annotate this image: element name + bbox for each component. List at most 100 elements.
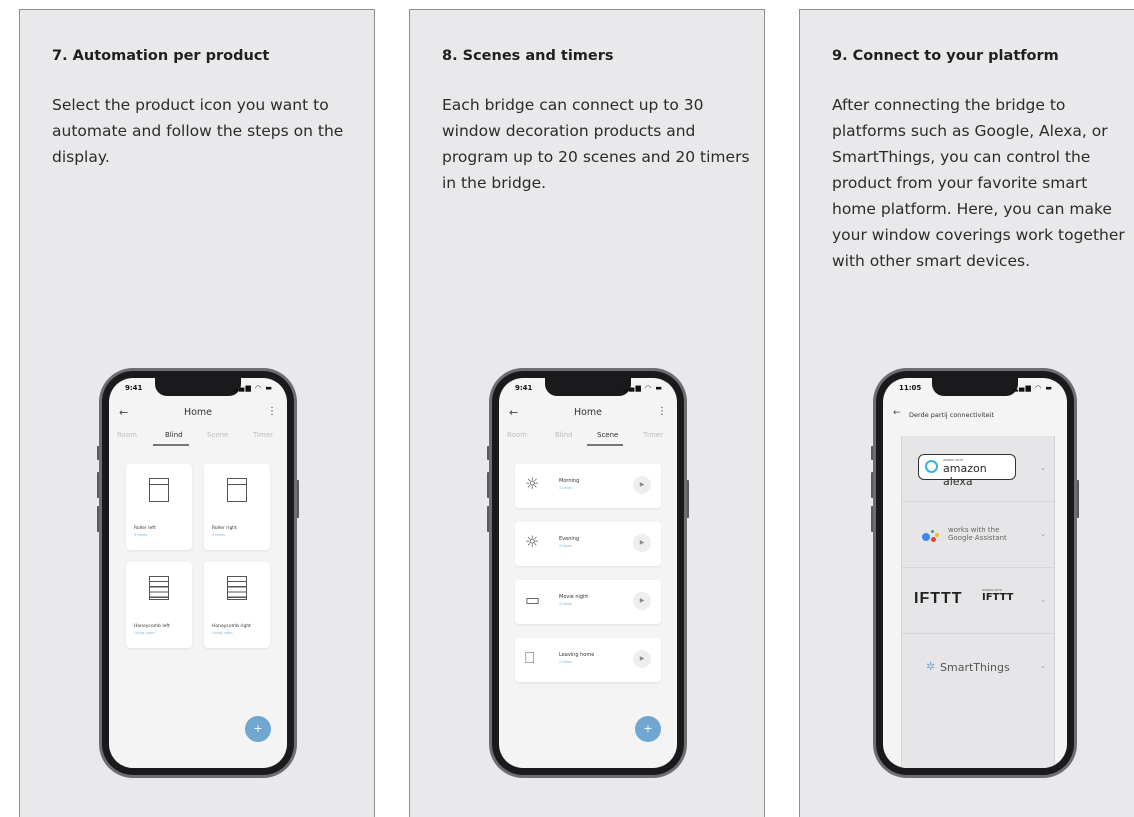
phone-screen: 11:05 ▂▄▆ ◠ ▬ ← Derde partij connectivit…	[883, 378, 1067, 768]
card-description: Each bridge can connect up to 30 window …	[442, 96, 750, 192]
scene-row[interactable]: ▭ Movie night 2 times ▶	[515, 580, 661, 624]
product-subtitle: 0 times	[212, 533, 226, 537]
app-header: ← Home ⋮	[499, 404, 677, 426]
scene-row[interactable]: ⎕ Leaving home 2 times ▶	[515, 638, 661, 682]
google-line-1: works with the	[948, 526, 1000, 534]
tab-blind[interactable]: Blind	[555, 431, 573, 439]
play-scene-icon[interactable]: ▶	[633, 476, 651, 494]
play-scene-icon[interactable]: ▶	[633, 592, 651, 610]
honeycomb-blind-icon	[149, 576, 169, 600]
phone-notch	[545, 378, 631, 396]
tab-scene[interactable]: Scene	[207, 431, 228, 439]
scene-subtitle: 2 times	[559, 602, 573, 606]
active-tab-indicator	[153, 444, 189, 446]
product-tile[interactable]: Roller right 0 times	[204, 464, 270, 550]
card-description: Select the product icon you want to auto…	[52, 96, 344, 166]
product-tile[interactable]: Honeycomb left Living room	[126, 562, 192, 648]
scene-name: Movie night	[559, 594, 589, 600]
alexa-logo: WORKS WITH amazon alexa	[918, 454, 1016, 488]
add-button[interactable]: +	[245, 716, 271, 742]
ifttt-logo: IFTTT	[914, 590, 963, 607]
scene-row[interactable]: ☼ Evening 3 times ▶	[515, 522, 661, 566]
platform-item-ifttt[interactable]: IFTTT WORKS WITH IFTTT ⌄	[902, 568, 1054, 634]
tab-room[interactable]: Room	[507, 431, 527, 439]
scene-subtitle: 4 times	[559, 486, 573, 490]
product-tile[interactable]: Honeycomb right Living room	[204, 562, 270, 648]
tab-room[interactable]: Room	[117, 431, 137, 439]
google-line-2: Google Assistant	[948, 534, 1007, 542]
ifttt-name: IFTTT	[982, 592, 1014, 603]
play-scene-icon[interactable]: ▶	[633, 650, 651, 668]
alexa-name: amazon alexa	[943, 462, 987, 488]
sunrise-icon: ☼	[525, 474, 540, 493]
add-button[interactable]: +	[635, 716, 661, 742]
tab-timer[interactable]: Timer	[643, 431, 663, 439]
tab-blind[interactable]: Blind	[165, 431, 183, 439]
honeycomb-blind-icon	[227, 576, 247, 600]
product-subtitle: Living room	[212, 631, 233, 635]
status-icons: ▂▄▆ ◠ ▬	[1012, 384, 1053, 392]
scene-name: Leaving home	[559, 652, 595, 658]
chevron-down-icon: ⌄	[1040, 596, 1046, 604]
roller-blind-icon	[227, 478, 247, 502]
play-scene-icon[interactable]: ▶	[633, 534, 651, 552]
phone-notch	[932, 378, 1018, 396]
status-icons: ▂▄▆ ◠ ▬	[622, 384, 663, 392]
more-menu-icon[interactable]: ⋮	[657, 406, 667, 417]
smartthings-star-icon: ✲	[926, 660, 936, 673]
tab-bar: Room Blind Scene Timer	[499, 428, 677, 446]
tab-scene[interactable]: Scene	[597, 431, 618, 439]
card-connect-to-platform: 9. Connect to your platform After connec…	[799, 9, 1134, 817]
phone-notch	[155, 378, 241, 396]
product-subtitle: 0 times	[134, 533, 148, 537]
phone-screen: 9:41 ▂▄▆ ◠ ▬ ← Home ⋮ Room Blind Scene T…	[109, 378, 287, 768]
back-arrow-icon[interactable]: ←	[893, 408, 901, 418]
google-assistant-label: works with the Google Assistant	[948, 526, 1007, 542]
alexa-ring-icon	[925, 460, 938, 473]
smartthings-name: SmartThings	[940, 661, 1010, 674]
platform-item-google[interactable]: works with the Google Assistant ⌄	[902, 502, 1054, 568]
sunset-icon: ☼	[525, 532, 540, 551]
more-menu-icon[interactable]: ⋮	[267, 406, 277, 417]
scene-name: Evening	[559, 536, 580, 542]
leaving-home-icon: ⎕	[525, 648, 535, 667]
card-scenes-and-timers: 8. Scenes and timers Each bridge can con…	[409, 9, 765, 817]
google-assistant-icon	[922, 530, 940, 544]
chevron-down-icon: ⌄	[1040, 464, 1046, 472]
status-time: 9:41	[515, 384, 533, 392]
status-icons: ▂▄▆ ◠ ▬	[232, 384, 273, 392]
platform-list: WORKS WITH amazon alexa ⌄ works with the	[901, 436, 1055, 768]
app-header: ← Home ⋮	[109, 404, 287, 426]
status-time: 9:41	[125, 384, 143, 392]
product-subtitle: Living room	[134, 631, 155, 635]
tv-icon: ▭	[525, 590, 541, 609]
roller-blind-icon	[149, 478, 169, 502]
status-time: 11:05	[899, 384, 922, 392]
header-title: Home	[573, 407, 603, 418]
header-title: Derde partij connectiviteit	[909, 411, 995, 419]
product-name: Honeycomb right	[212, 624, 251, 629]
card-title: 9. Connect to your platform	[832, 48, 1059, 64]
tab-bar: Room Blind Scene Timer	[109, 428, 287, 446]
platform-item-smartthings[interactable]: ✲ SmartThings ⌄	[902, 634, 1054, 700]
product-name: Honeycomb left	[134, 624, 170, 629]
card-title: 8. Scenes and timers	[442, 48, 614, 64]
phone-mockup: 9:41 ▂▄▆ ◠ ▬ ← Home ⋮ Room Blind Scene T…	[487, 368, 689, 778]
card-description: After connecting the bridge to platforms…	[832, 96, 1125, 270]
card-automation-per-product: 7. Automation per product Select the pro…	[19, 9, 375, 817]
product-name: Roller right	[212, 526, 237, 531]
header-title: Home	[183, 407, 213, 418]
phone-mockup: 9:41 ▂▄▆ ◠ ▬ ← Home ⋮ Room Blind Scene T…	[97, 368, 299, 778]
product-tile[interactable]: Roller left 0 times	[126, 464, 192, 550]
tab-timer[interactable]: Timer	[253, 431, 273, 439]
scene-row[interactable]: ☼ Morning 4 times ▶	[515, 464, 661, 508]
phone-mockup: 11:05 ▂▄▆ ◠ ▬ ← Derde partij connectivit…	[871, 368, 1079, 778]
app-header: ← Derde partij connectiviteit	[883, 406, 1067, 426]
chevron-down-icon: ⌄	[1040, 530, 1046, 538]
scene-name: Morning	[559, 478, 580, 484]
scene-subtitle: 3 times	[559, 544, 573, 548]
platform-item-alexa[interactable]: WORKS WITH amazon alexa ⌄	[902, 436, 1054, 502]
chevron-down-icon: ⌄	[1040, 662, 1046, 670]
phone-screen: 9:41 ▂▄▆ ◠ ▬ ← Home ⋮ Room Blind Scene T…	[499, 378, 677, 768]
active-tab-indicator	[587, 444, 623, 446]
